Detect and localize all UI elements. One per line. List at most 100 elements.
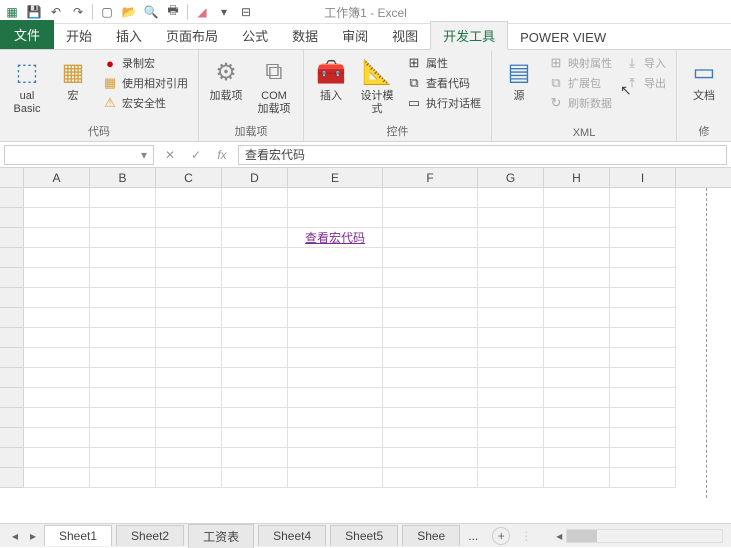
cell[interactable] [24, 288, 90, 308]
cell[interactable] [222, 288, 288, 308]
cell[interactable] [156, 308, 222, 328]
import-button[interactable]: ⤓导入 [620, 54, 670, 72]
cell[interactable] [156, 248, 222, 268]
doc-panel-button[interactable]: ▭ 文档 [683, 54, 725, 105]
cell[interactable] [610, 268, 676, 288]
addins-button[interactable]: ⚙ 加载项 [205, 54, 247, 105]
cell[interactable] [478, 208, 544, 228]
cell[interactable] [288, 248, 383, 268]
row-header[interactable] [0, 188, 24, 208]
col-header[interactable]: A [24, 168, 90, 187]
cell[interactable] [90, 248, 156, 268]
cell[interactable] [288, 208, 383, 228]
cell[interactable] [90, 468, 156, 488]
cell[interactable] [383, 388, 478, 408]
visual-basic-button[interactable]: ⬚ ual Basic [6, 54, 48, 118]
row-header[interactable] [0, 468, 24, 488]
cell[interactable] [24, 428, 90, 448]
cell[interactable] [288, 388, 383, 408]
insert-control-button[interactable]: 🧰 插入 [310, 54, 352, 105]
cell[interactable] [288, 368, 383, 388]
cell[interactable] [24, 468, 90, 488]
tab-data[interactable]: 数据 [280, 22, 330, 49]
refresh-button[interactable]: ↻刷新数据 [544, 94, 616, 112]
cell[interactable] [90, 408, 156, 428]
cell[interactable] [222, 388, 288, 408]
cell[interactable] [222, 208, 288, 228]
col-header[interactable]: E [288, 168, 383, 187]
formula-input[interactable]: 查看宏代码 [238, 145, 727, 165]
view-code-button[interactable]: ⧉查看代码 [402, 74, 485, 92]
cell[interactable] [90, 308, 156, 328]
select-all-corner[interactable] [0, 168, 24, 187]
cell[interactable] [156, 228, 222, 248]
cell[interactable] [288, 188, 383, 208]
cell[interactable] [90, 428, 156, 448]
row-header[interactable] [0, 448, 24, 468]
redo-icon[interactable]: ↷ [70, 4, 86, 20]
cell[interactable] [222, 228, 288, 248]
row-header[interactable] [0, 348, 24, 368]
cell[interactable] [383, 368, 478, 388]
cell[interactable] [156, 188, 222, 208]
cell[interactable] [288, 308, 383, 328]
cell[interactable] [156, 428, 222, 448]
row-header[interactable] [0, 328, 24, 348]
cell[interactable] [288, 448, 383, 468]
cell[interactable] [544, 348, 610, 368]
cell[interactable] [383, 248, 478, 268]
row-header[interactable] [0, 428, 24, 448]
add-sheet-button[interactable]: + [492, 527, 510, 545]
cell[interactable] [90, 228, 156, 248]
col-header[interactable]: F [383, 168, 478, 187]
cell[interactable] [544, 188, 610, 208]
cell[interactable] [478, 228, 544, 248]
cell[interactable] [222, 468, 288, 488]
cell[interactable] [24, 408, 90, 428]
cell[interactable] [383, 288, 478, 308]
cell[interactable] [24, 228, 90, 248]
cancel-icon[interactable]: ✕ [160, 145, 180, 165]
cell[interactable] [288, 328, 383, 348]
cell[interactable] [24, 208, 90, 228]
cell[interactable] [544, 388, 610, 408]
cell[interactable] [478, 268, 544, 288]
sheet-tab[interactable]: Shee [402, 525, 460, 546]
cell[interactable] [222, 268, 288, 288]
cell[interactable] [288, 348, 383, 368]
cell[interactable] [222, 308, 288, 328]
record-macro-button[interactable]: ●录制宏 [98, 54, 192, 72]
cell[interactable] [90, 388, 156, 408]
cell[interactable] [24, 368, 90, 388]
cell[interactable] [544, 308, 610, 328]
cell[interactable] [90, 348, 156, 368]
row-header[interactable] [0, 308, 24, 328]
cell[interactable] [90, 188, 156, 208]
cell[interactable] [610, 208, 676, 228]
cell[interactable] [478, 448, 544, 468]
cell[interactable] [478, 388, 544, 408]
cell[interactable] [222, 348, 288, 368]
dropdown-icon[interactable]: ▾ [216, 4, 232, 20]
cell[interactable] [383, 228, 478, 248]
cell[interactable] [288, 268, 383, 288]
tab-view[interactable]: 视图 [380, 22, 430, 49]
cell[interactable] [24, 248, 90, 268]
sheet-nav-prev[interactable]: ◂ [8, 529, 22, 543]
tab-developer[interactable]: 开发工具 [430, 21, 508, 50]
col-header[interactable]: C [156, 168, 222, 187]
export-button[interactable]: ⤒导出 [620, 74, 670, 92]
cell[interactable] [90, 288, 156, 308]
cell[interactable] [24, 188, 90, 208]
cell[interactable] [156, 268, 222, 288]
col-header[interactable]: D [222, 168, 288, 187]
cell[interactable] [222, 368, 288, 388]
row-header[interactable] [0, 228, 24, 248]
cell[interactable] [24, 268, 90, 288]
cell[interactable] [478, 408, 544, 428]
cell[interactable] [544, 268, 610, 288]
cell[interactable] [478, 188, 544, 208]
save-icon[interactable]: 💾 [26, 4, 42, 20]
cell[interactable] [156, 468, 222, 488]
scroll-left-icon[interactable]: ◂ [552, 529, 566, 543]
